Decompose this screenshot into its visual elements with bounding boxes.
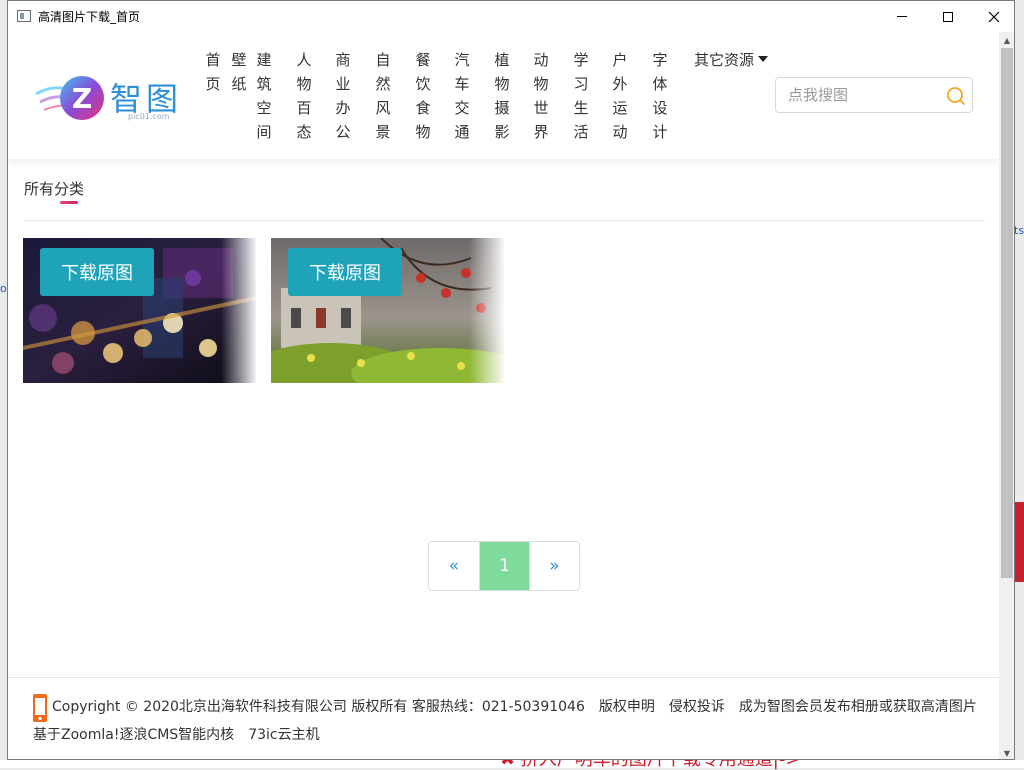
search-input[interactable] [788,84,938,106]
nav-item-people[interactable]: 人物百态 [296,48,312,144]
maximize-icon [943,11,953,22]
search-icon[interactable] [946,86,966,106]
maximize-button[interactable] [925,1,971,32]
scrollbar-thumb[interactable] [1001,48,1013,578]
nav-item-plants[interactable]: 植物摄影 [494,48,510,144]
image-card[interactable]: 下载原图 [23,238,256,383]
scroll-up-icon[interactable]: ▲ [999,32,1014,48]
background-red-bar [1014,502,1024,582]
site-footer: Copyright © 2020北京出海软件科技有限公司 版权所有 客服热线：0… [8,678,999,759]
section-divider [24,220,985,221]
title-bar[interactable]: 高清图片下载_首页 [8,1,1014,32]
caret-down-icon [758,56,769,62]
search-box [775,77,973,113]
category-title[interactable]: 所有分类 [24,178,84,199]
download-original-button[interactable]: 下载原图 [40,248,154,296]
nav-item-animals[interactable]: 动物世界 [533,48,549,144]
footer-copyright: Copyright © 2020北京出海软件科技有限公司 版权所有 客服热线：0… [52,699,585,715]
logo-mark-icon: Z [35,76,104,120]
nav-item-nature[interactable]: 自然风景 [375,48,391,144]
pagination-next[interactable]: » [529,542,579,590]
footer-line-1: Copyright © 2020北京出海软件科技有限公司 版权所有 客服热线：0… [52,696,977,716]
footer-link-membership[interactable]: 成为智图会员发布相册或获取高清图片 [739,699,977,715]
nav-item-home[interactable]: 首页 [205,48,221,96]
site-header: Z 智图 pic01.com 首页 壁纸 建筑空间 人物百态 商业办公 自然风景… [8,32,999,159]
nav-item-food[interactable]: 餐饮食物 [415,48,431,144]
pagination-current-page[interactable]: 1 [479,542,529,590]
app-icon [17,10,31,22]
nav-item-vehicles[interactable]: 汽车交通 [454,48,470,144]
window-title: 高清图片下载_首页 [38,10,141,24]
browser-window: 高清图片下载_首页 Z 智图 pic01.com 首 页 壁 纸 建 筑 空 间… [7,0,1015,760]
minimize-button[interactable] [879,1,925,32]
logo-domain: pic01.com [128,112,170,121]
nav-item-fonts[interactable]: 字体设计 [652,48,668,144]
footer-link-infringement[interactable]: 侵权投诉 [669,699,725,715]
page-viewport: Z 智图 pic01.com 首页 壁纸 建筑空间 人物百态 商业办公 自然风景… [8,32,999,759]
pagination-prev[interactable]: « [429,542,479,590]
nav-item-study-life[interactable]: 学习生活 [573,48,589,144]
nav-item-business[interactable]: 商业办公 [335,48,351,144]
vertical-scrollbar[interactable]: ▲ ▼ [999,32,1014,759]
minimize-icon [897,16,907,17]
nav-more-dropdown[interactable]: 其它资源 [694,48,769,72]
footer-link-copyright-notice[interactable]: 版权申明 [599,699,655,715]
image-card[interactable]: 下载原图 [271,238,504,383]
footer-link-powered-by[interactable]: 基于Zoomla!逐浪CMS智能内核 [33,727,234,743]
close-icon [988,11,1000,22]
background-fragment-right: ts [1014,224,1024,237]
close-button[interactable] [971,1,1014,32]
site-logo[interactable]: Z 智图 pic01.com [34,72,194,122]
category-underline [60,201,78,204]
scroll-down-icon[interactable]: ▼ [999,745,1014,759]
pagination: « 1 » [428,541,580,591]
download-original-button[interactable]: 下载原图 [288,248,402,296]
svg-text:Z: Z [72,82,92,115]
phone-icon [33,694,47,722]
footer-line-2: 基于Zoomla!逐浪CMS智能内核 73ic云主机 [33,724,320,744]
nav-item-wallpaper[interactable]: 壁纸 [231,48,247,96]
nav-item-outdoor[interactable]: 户外运动 [612,48,628,144]
footer-link-hosting[interactable]: 73ic云主机 [248,727,319,743]
nav-more-label: 其它资源 [694,51,755,69]
nav-item-architecture[interactable]: 建筑空间 [256,48,272,144]
